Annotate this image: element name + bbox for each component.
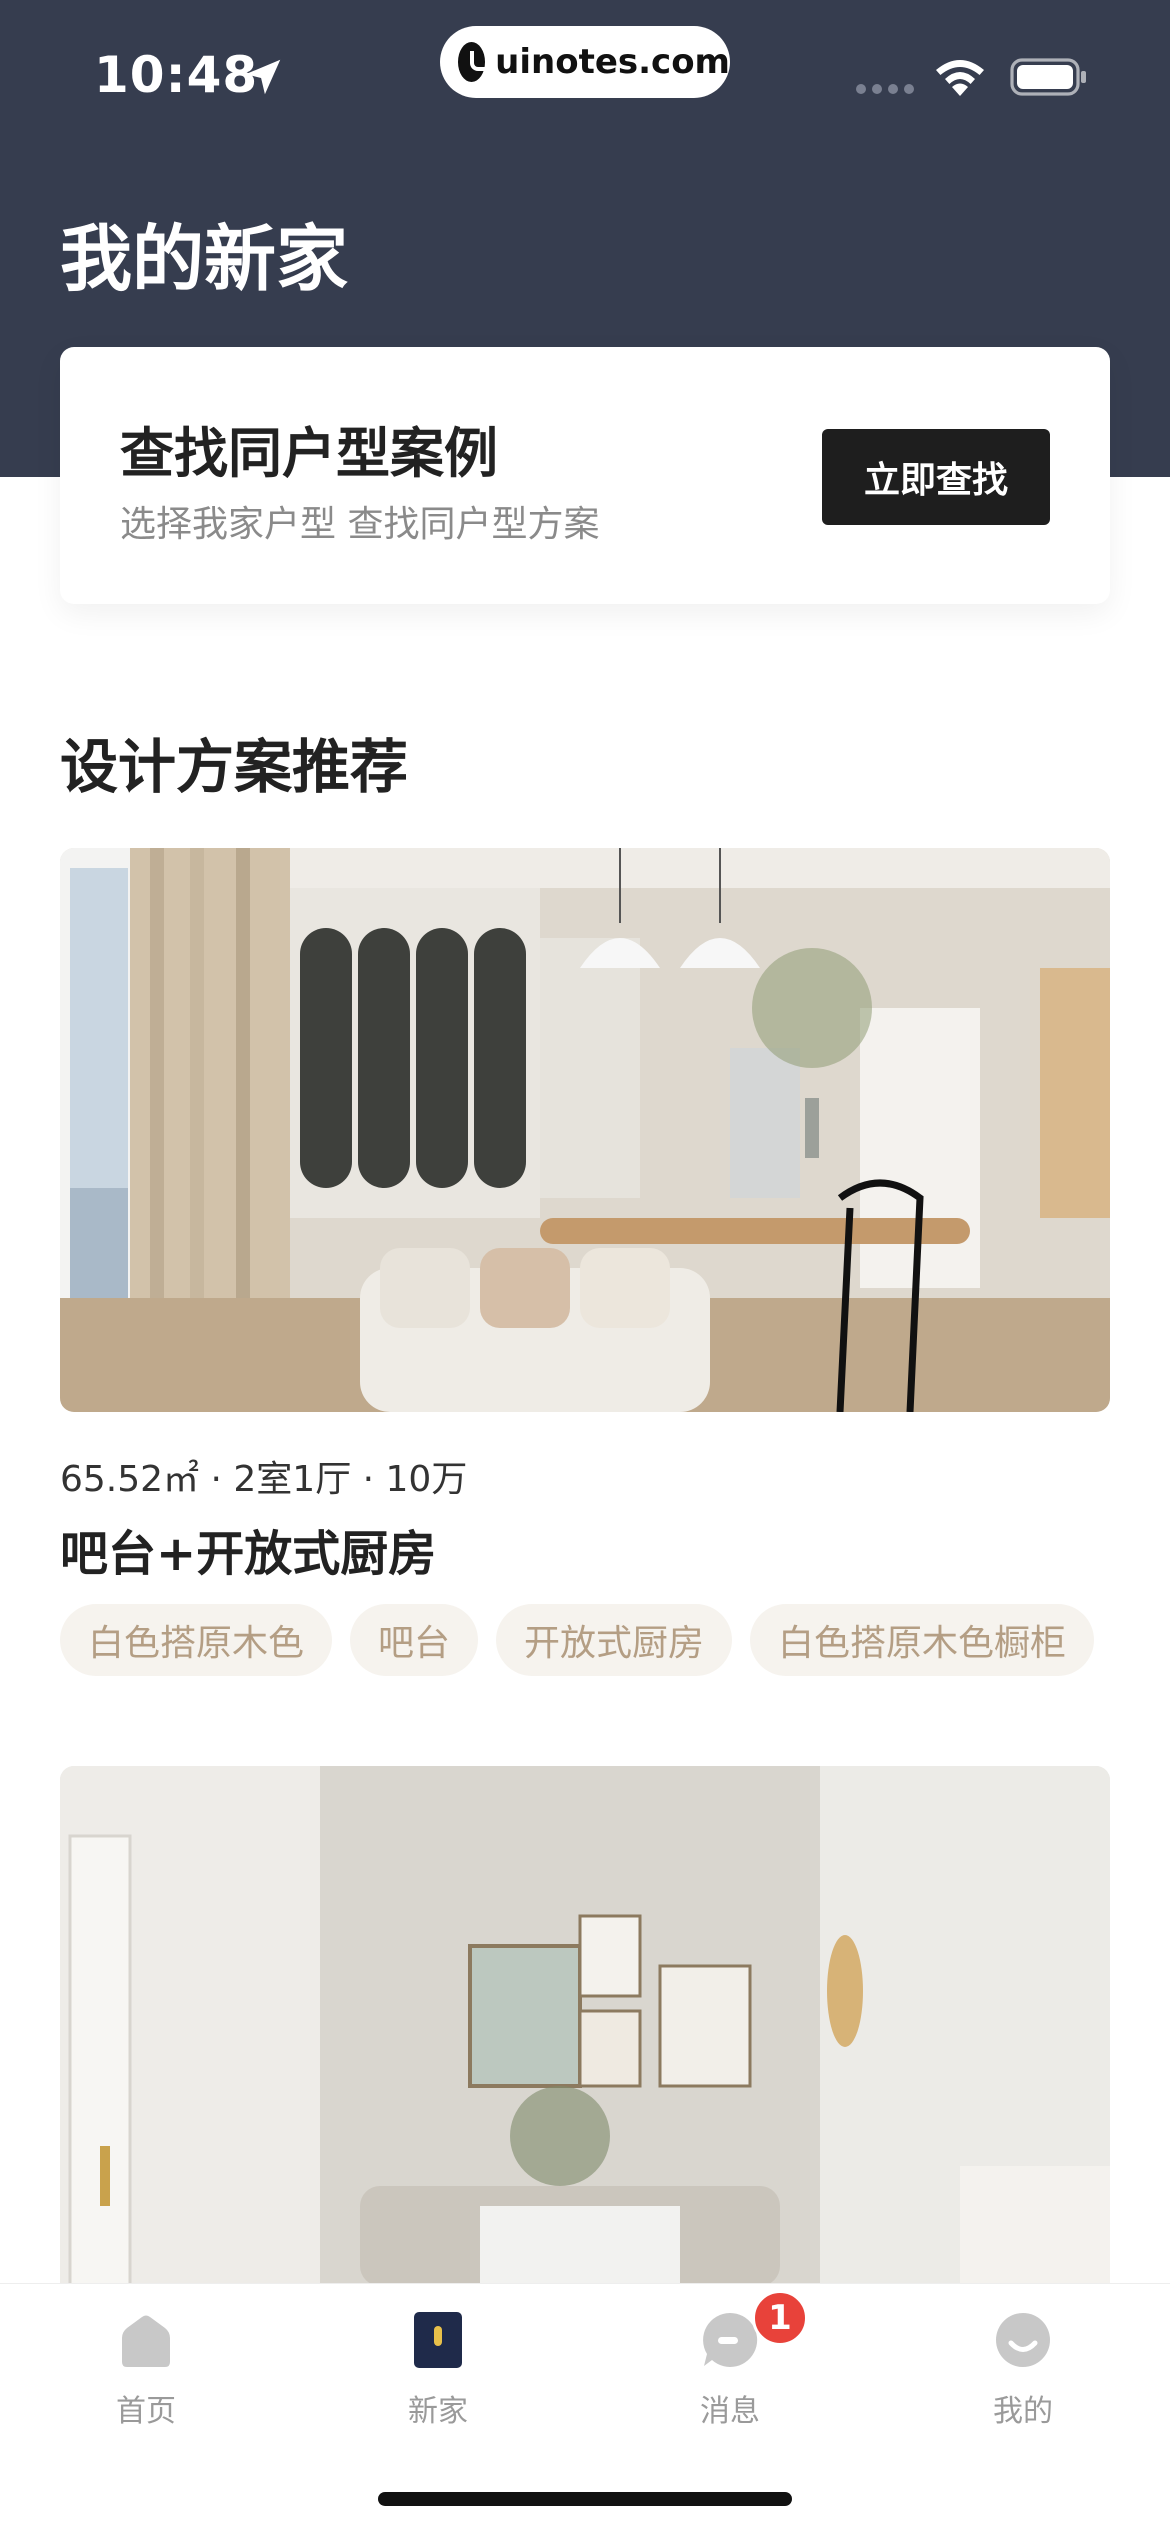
message-icon	[703, 2312, 758, 2367]
location-arrow-icon	[245, 59, 281, 95]
home-icon	[122, 2315, 170, 2367]
signal-dots-icon	[856, 84, 914, 94]
design-image-1[interactable]	[60, 848, 1110, 1412]
tab-home-label: 首页	[116, 2394, 176, 2429]
new-home-icon	[414, 2312, 462, 2368]
url-text: uinotes.com	[495, 42, 730, 82]
message-badge: 1	[752, 2290, 808, 2346]
tag-chip[interactable]: 开放式厨房	[496, 1604, 733, 1676]
design-meta: 65.52㎡ · 2室1厅 · 10万	[60, 1459, 468, 1500]
tab-new-home[interactable]: 新家	[358, 2310, 518, 2430]
status-time: 10:48	[94, 46, 259, 104]
site-logo-icon	[458, 42, 495, 82]
tab-home[interactable]: 首页	[66, 2310, 226, 2430]
design-tags: 白色搭原木色 吧台 开放式厨房 白色搭原木色橱柜	[60, 1604, 1095, 1676]
design-image-2[interactable]	[60, 1766, 1110, 2286]
section-title: 设计方案推荐	[60, 733, 409, 801]
tab-new-home-label: 新家	[408, 2394, 468, 2429]
status-bar: 10:48 uinotes.com	[0, 0, 1170, 150]
tag-chip[interactable]: 吧台	[350, 1604, 479, 1676]
tab-profile-label: 我的	[993, 2394, 1053, 2429]
tag-chip[interactable]: 白色搭原木色橱柜	[750, 1604, 1095, 1676]
search-case-card[interactable]: 查找同户型案例 选择我家户型 查找同户型方案 立即查找	[60, 347, 1110, 604]
tab-messages-label: 消息	[700, 2394, 760, 2429]
wifi-icon	[936, 60, 984, 96]
search-card-title: 查找同户型案例	[120, 422, 498, 485]
search-now-button[interactable]: 立即查找	[822, 429, 1050, 525]
search-card-subtitle: 选择我家户型 查找同户型方案	[120, 504, 600, 545]
home-indicator[interactable]	[378, 2492, 792, 2506]
tab-profile[interactable]: 我的	[943, 2310, 1103, 2430]
url-pill[interactable]: uinotes.com	[440, 26, 730, 98]
battery-icon	[1010, 58, 1086, 96]
design-title[interactable]: 吧台+开放式厨房	[60, 1514, 436, 1584]
page-title: 我的新家	[60, 217, 349, 301]
profile-icon	[996, 2313, 1050, 2367]
tag-chip[interactable]: 白色搭原木色	[60, 1604, 333, 1676]
